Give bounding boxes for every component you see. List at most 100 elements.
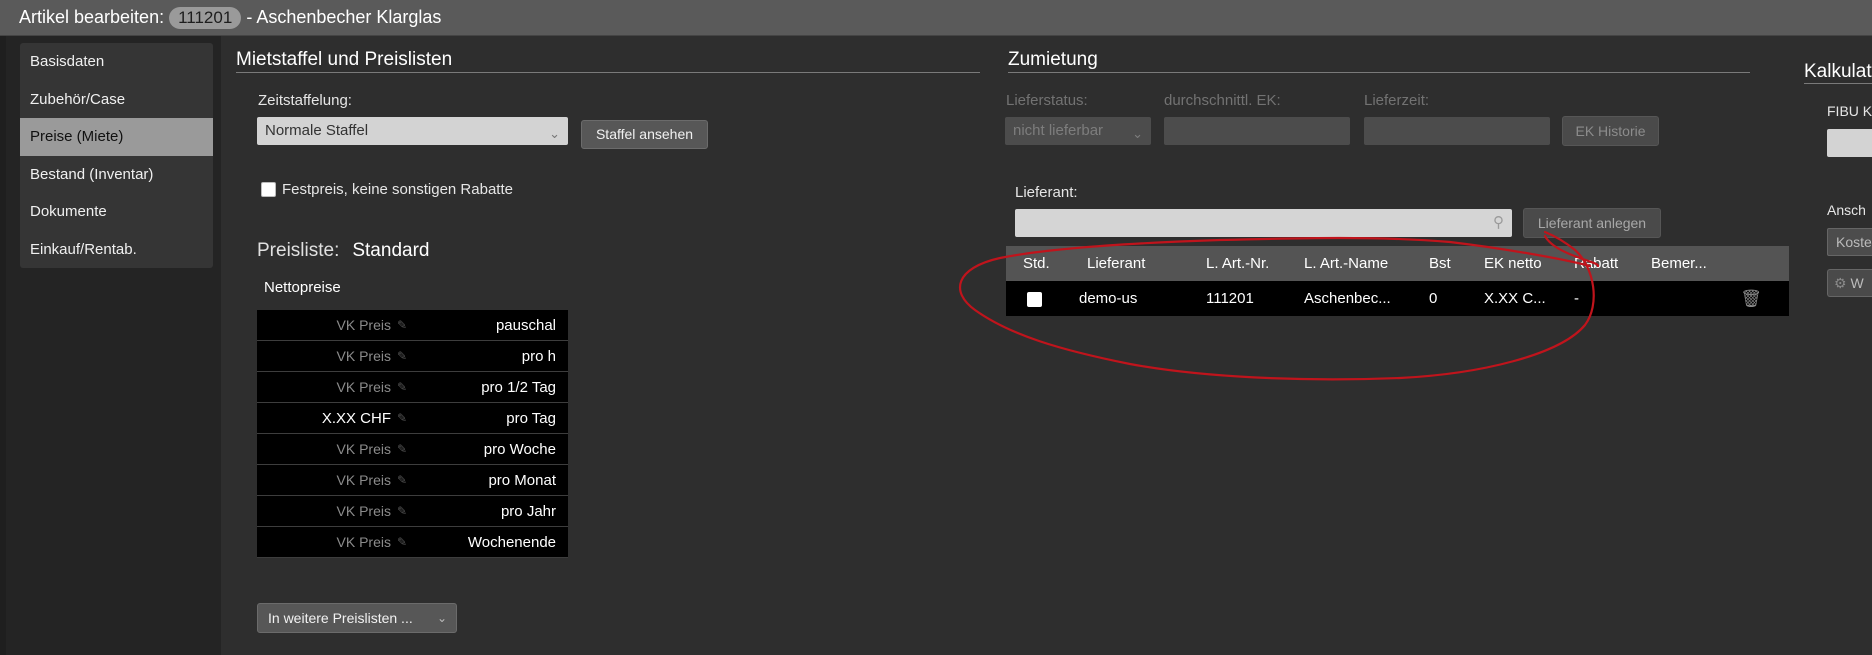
pencil-icon: ✎: [396, 473, 408, 487]
col-header-std[interactable]: Std.: [1006, 255, 1066, 272]
article-id-badge: 111201: [169, 6, 242, 29]
lieferstatus-value: nicht lieferbar: [1013, 122, 1104, 139]
std-cell: [1006, 290, 1066, 307]
ek-netto-cell: X.XX C...: [1484, 290, 1546, 307]
zumietung-title: Zumietung: [1008, 49, 1098, 70]
price-unit: pro 1/2 Tag: [481, 378, 556, 396]
lieferstatus-label: Lieferstatus:: [1006, 92, 1088, 109]
pencil-icon: ✎: [396, 318, 408, 332]
price-row-pauschal[interactable]: VK Preis ✎ pauschal: [257, 310, 568, 341]
table-header-row: Std. Lieferant L. Art.-Nr. L. Art.-Name …: [1006, 246, 1789, 281]
preisliste-name: Standard: [352, 240, 430, 261]
sidebar-item-einkauf-rentab[interactable]: Einkauf/Rentab.: [20, 231, 213, 269]
title-prefix: Artikel bearbeiten:: [19, 7, 165, 27]
zeitstaffelung-label: Zeitstaffelung:: [258, 92, 352, 109]
pencil-icon: ✎: [396, 349, 408, 363]
price-value: VK Preis: [336, 503, 391, 519]
price-row-pro-woche[interactable]: VK Preis ✎ pro Woche: [257, 434, 568, 465]
mietstaffel-divider: [236, 72, 980, 73]
kalkulation-panel: Kalkulat FIBU K Ansch Koste ⚙ W: [1796, 56, 1872, 655]
lieferzeit-label: Lieferzeit:: [1364, 92, 1430, 109]
preisliste-label: Preisliste:: [257, 240, 340, 261]
art-nr-cell: 111201: [1206, 290, 1254, 307]
art-name-cell: Aschenbec...: [1304, 290, 1391, 307]
zeitstaffelung-value: Normale Staffel: [265, 122, 369, 139]
sidebar-item-preise-miete[interactable]: Preise (Miete): [20, 118, 213, 156]
nettopreise-label: Nettopreise: [264, 279, 341, 296]
price-row-wochenende[interactable]: VK Preis ✎ Wochenende: [257, 527, 568, 558]
price-row-pro-halber-tag[interactable]: VK Preis ✎ pro 1/2 Tag: [257, 372, 568, 403]
price-value: X.XX CHF: [321, 409, 391, 427]
pencil-icon: ✎: [396, 411, 408, 425]
w-label: W: [1850, 275, 1864, 291]
price-row-pro-jahr[interactable]: VK Preis ✎ pro Jahr: [257, 496, 568, 527]
lieferant-search-input[interactable]: ⚲: [1015, 209, 1512, 237]
mietstaffel-title: Mietstaffel und Preislisten: [236, 49, 453, 70]
fibu-label: FIBU K: [1827, 103, 1872, 119]
window-title-bar: Artikel bearbeiten: 111201 - Aschenbeche…: [0, 0, 1872, 36]
price-unit: pro Jahr: [500, 502, 556, 520]
col-header-lieferant[interactable]: Lieferant: [1066, 255, 1206, 272]
ek-label: durchschnittl. EK:: [1164, 92, 1281, 109]
price-value: VK Preis: [336, 348, 391, 364]
sidebar-nav: Basisdaten Zubehör/Case Preise (Miete) B…: [20, 43, 213, 268]
fibu-input[interactable]: [1827, 129, 1872, 157]
w-button[interactable]: ⚙ W: [1827, 269, 1872, 297]
sidebar-item-basisdaten[interactable]: Basisdaten: [20, 43, 213, 81]
col-header-ek-netto[interactable]: EK netto: [1484, 255, 1574, 272]
zeitstaffelung-select[interactable]: Normale Staffel ⌄: [257, 117, 568, 145]
preisliste-header: Preisliste: Standard: [257, 240, 429, 262]
price-value: VK Preis: [336, 379, 391, 395]
festpreis-checkbox[interactable]: [261, 182, 276, 197]
lieferstatus-select[interactable]: nicht lieferbar ⌄: [1005, 117, 1151, 145]
price-unit: pro Tag: [506, 409, 556, 427]
lieferant-anlegen-button[interactable]: Lieferant anlegen: [1523, 208, 1661, 238]
col-header-bst[interactable]: Bst: [1429, 255, 1484, 272]
lieferant-table: Std. Lieferant L. Art.-Nr. L. Art.-Name …: [1006, 246, 1789, 316]
col-header-bemerkung[interactable]: Bemer...: [1651, 255, 1731, 272]
std-checkbox[interactable]: [1027, 291, 1042, 307]
kosten-select[interactable]: Koste: [1827, 228, 1872, 256]
price-row-pro-tag[interactable]: X.XX CHF ✎ pro Tag: [257, 403, 568, 434]
sidebar: Basisdaten Zubehör/Case Preise (Miete) B…: [6, 36, 221, 655]
staffel-ansehen-button[interactable]: Staffel ansehen: [581, 120, 708, 149]
sidebar-item-dokumente[interactable]: Dokumente: [20, 193, 213, 231]
price-row-pro-h[interactable]: VK Preis ✎ pro h: [257, 341, 568, 372]
bst-cell: 0: [1429, 290, 1438, 307]
pencil-icon: ✎: [396, 442, 408, 456]
title-suffix: - Aschenbecher Klarglas: [246, 7, 442, 27]
table-row[interactable]: demo-us 111201 Aschenbec... 0 X.XX C... …: [1006, 281, 1789, 316]
col-header-art-name[interactable]: L. Art.-Name: [1304, 255, 1429, 272]
price-unit: pauschal: [495, 316, 556, 334]
kalkulation-divider: [1804, 83, 1872, 84]
ek-historie-button[interactable]: EK Historie: [1562, 116, 1659, 146]
chevron-down-icon: ⌄: [1132, 126, 1143, 141]
trash-icon[interactable]: 🗑: [1731, 289, 1771, 309]
price-unit: pro Monat: [488, 471, 556, 489]
rabatt-cell: -: [1574, 290, 1579, 307]
kosten-value: Koste: [1836, 234, 1872, 250]
chevron-down-icon: ⌄: [549, 126, 560, 141]
col-header-art-nr[interactable]: L. Art.-Nr.: [1206, 255, 1304, 272]
lieferzeit-input[interactable]: [1364, 117, 1550, 145]
price-value: VK Preis: [336, 441, 391, 457]
zumietung-divider: [1008, 72, 1750, 73]
ek-input[interactable]: [1164, 117, 1350, 145]
sidebar-item-zubehoer-case[interactable]: Zubehör/Case: [20, 81, 213, 119]
price-unit: pro h: [521, 347, 556, 365]
price-value: VK Preis: [336, 317, 391, 333]
price-row-pro-monat[interactable]: VK Preis ✎ pro Monat: [257, 465, 568, 496]
search-icon: ⚲: [1493, 214, 1504, 231]
price-unit: Wochenende: [467, 533, 556, 551]
col-header-rabatt[interactable]: Rabatt: [1574, 255, 1651, 272]
sidebar-item-bestand-inventar[interactable]: Bestand (Inventar): [20, 156, 213, 194]
kalkulation-title: Kalkulat: [1804, 61, 1872, 82]
pencil-icon: ✎: [396, 380, 408, 394]
weitere-preislisten-button[interactable]: In weitere Preislisten ... ⌄: [257, 603, 457, 633]
lieferant-label: Lieferant:: [1015, 184, 1078, 201]
gear-icon: ⚙: [1834, 275, 1847, 291]
price-unit: pro Woche: [483, 440, 556, 458]
price-value: VK Preis: [336, 472, 391, 488]
pencil-icon: ✎: [396, 535, 408, 549]
chevron-down-icon: ⌄: [436, 611, 447, 625]
